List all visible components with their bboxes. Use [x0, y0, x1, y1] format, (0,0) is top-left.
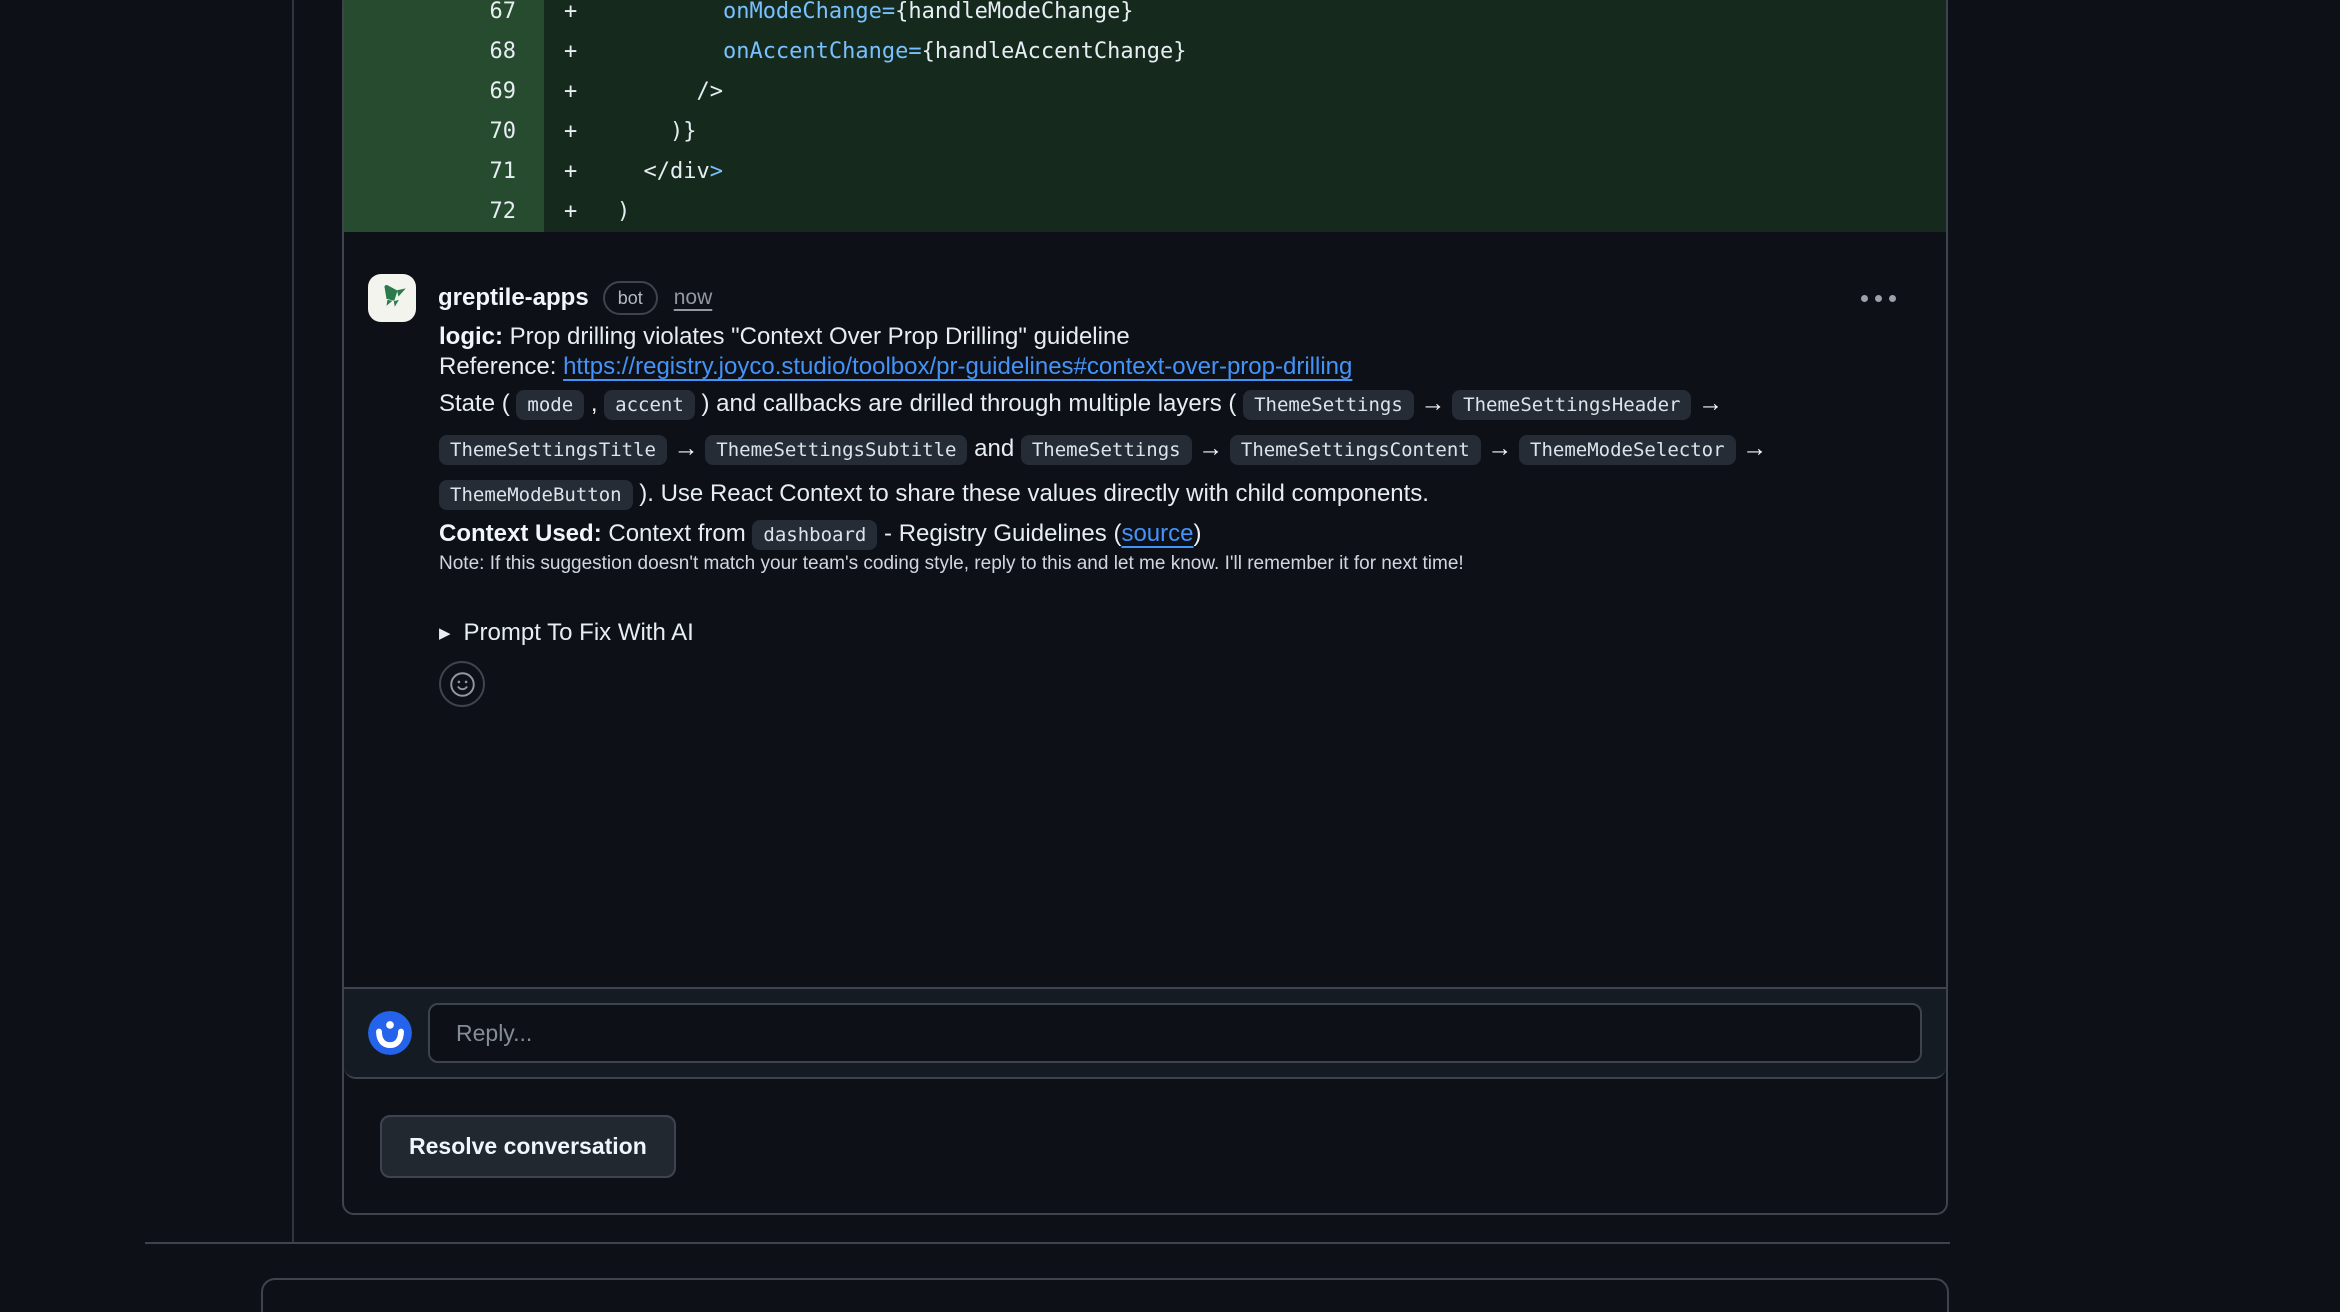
greptile-logo-icon — [370, 276, 414, 320]
context-prefix: Context from — [602, 520, 753, 547]
reference-label: Reference: — [439, 353, 563, 380]
user-avatar[interactable] — [368, 1011, 412, 1055]
bot-avatar[interactable] — [368, 274, 416, 322]
arrow-glyph: → — [674, 434, 699, 462]
timeline-line — [292, 0, 294, 1244]
diff-line: 68+ onAccentChange={handleAccentChange} — [344, 32, 1946, 72]
prompt-to-fix-toggle[interactable]: ▶ Prompt To Fix With AI — [439, 619, 1908, 647]
diff-line-number[interactable]: 67 — [344, 0, 544, 32]
reply-bar — [344, 987, 1946, 1079]
comment-author[interactable]: greptile-apps — [438, 284, 589, 312]
reference-line: Reference: https://registry.joyco.studio… — [439, 352, 1908, 382]
prompt-to-fix-details: ▶ Prompt To Fix With AI — [439, 619, 1908, 647]
comment-header: greptile-apps bot now — [344, 274, 1946, 322]
context-middle: - Registry Guidelines ( — [877, 520, 1121, 547]
context-used-label: Context Used: — [439, 520, 602, 547]
note-text: Note: If this suggestion doesn't match y… — [439, 552, 1908, 576]
logic-label: logic: — [439, 323, 503, 350]
next-thread-card — [261, 1278, 1949, 1312]
diff-line-number[interactable]: 70 — [344, 112, 544, 152]
inline-code-token: ThemeSettings — [1243, 390, 1414, 420]
add-reaction-button[interactable] — [439, 661, 485, 707]
diff-block: 67+ onModeChange={handleModeChange}68+ o… — [344, 0, 1946, 232]
inline-code-token: mode — [516, 390, 584, 420]
comment-body: logic: Prop drilling violates "Context O… — [344, 322, 1946, 707]
diff-line: 71+ </div> — [344, 152, 1946, 192]
source-link[interactable]: source — [1121, 520, 1193, 547]
inline-code-token: ThemeSettings — [1021, 435, 1192, 465]
smiley-icon — [449, 671, 476, 698]
arrow-glyph: → — [1487, 434, 1512, 462]
context-used-line: Context Used: Context from dashboard - R… — [439, 517, 1908, 552]
section-divider — [145, 1242, 1950, 1244]
inline-code-token: accent — [604, 390, 695, 420]
diff-line-number[interactable]: 71 — [344, 152, 544, 192]
diff-line-number[interactable]: 72 — [344, 192, 544, 232]
triangle-right-icon: ▶ — [439, 624, 451, 642]
diff-line-code: + </div> — [544, 152, 1946, 192]
diff-line: 67+ onModeChange={handleModeChange} — [344, 0, 1946, 32]
reference-link[interactable]: https://registry.joyco.studio/toolbox/pr… — [563, 353, 1352, 380]
diff-line: 72+ ) — [344, 192, 1946, 232]
diff-line: 69+ /> — [344, 72, 1946, 112]
logic-line: logic: Prop drilling violates "Context O… — [439, 322, 1908, 352]
inline-code-token: ThemeModeButton — [439, 480, 633, 510]
arrow-glyph: → — [1698, 389, 1723, 417]
inline-code-token: dashboard — [752, 520, 877, 550]
inline-code-token: ThemeModeSelector — [1519, 435, 1735, 465]
inline-code-token: ThemeSettingsSubtitle — [705, 435, 967, 465]
logic-text: Prop drilling violates "Context Over Pro… — [503, 323, 1130, 350]
state-paragraph: State ( mode , accent ) and callbacks ar… — [439, 382, 1908, 517]
kebab-menu-icon[interactable] — [1859, 289, 1898, 308]
diff-line-number[interactable]: 69 — [344, 72, 544, 112]
diff-line-code: + ) — [544, 192, 1946, 232]
inline-code-token: ThemeSettingsContent — [1230, 435, 1481, 465]
diff-line-code: + /> — [544, 72, 1946, 112]
arrow-glyph: → — [1198, 434, 1223, 462]
diff-line-code: + onAccentChange={handleAccentChange} — [544, 32, 1946, 72]
diff-line-code: + onModeChange={handleModeChange} — [544, 0, 1946, 32]
inline-code-token: ThemeSettingsHeader — [1452, 390, 1691, 420]
diff-line: 70+ )} — [344, 112, 1946, 152]
inline-code-token: ThemeSettingsTitle — [439, 435, 667, 465]
resolve-row: Resolve conversation — [344, 1079, 1946, 1213]
resolve-conversation-button[interactable]: Resolve conversation — [380, 1115, 676, 1178]
arrow-glyph: → — [1420, 389, 1445, 417]
review-thread-card: 67+ onModeChange={handleModeChange}68+ o… — [342, 0, 1948, 1215]
reply-input[interactable] — [428, 1003, 1922, 1063]
diff-line-number[interactable]: 68 — [344, 32, 544, 72]
comment-timestamp[interactable]: now — [674, 286, 713, 310]
prompt-to-fix-label: Prompt To Fix With AI — [464, 619, 694, 647]
arrow-glyph: → — [1742, 434, 1767, 462]
bot-badge: bot — [603, 281, 658, 315]
comment-section: greptile-apps bot now logic: Prop drilli… — [344, 232, 1946, 987]
diff-line-code: + )} — [544, 112, 1946, 152]
context-suffix: ) — [1193, 520, 1201, 547]
